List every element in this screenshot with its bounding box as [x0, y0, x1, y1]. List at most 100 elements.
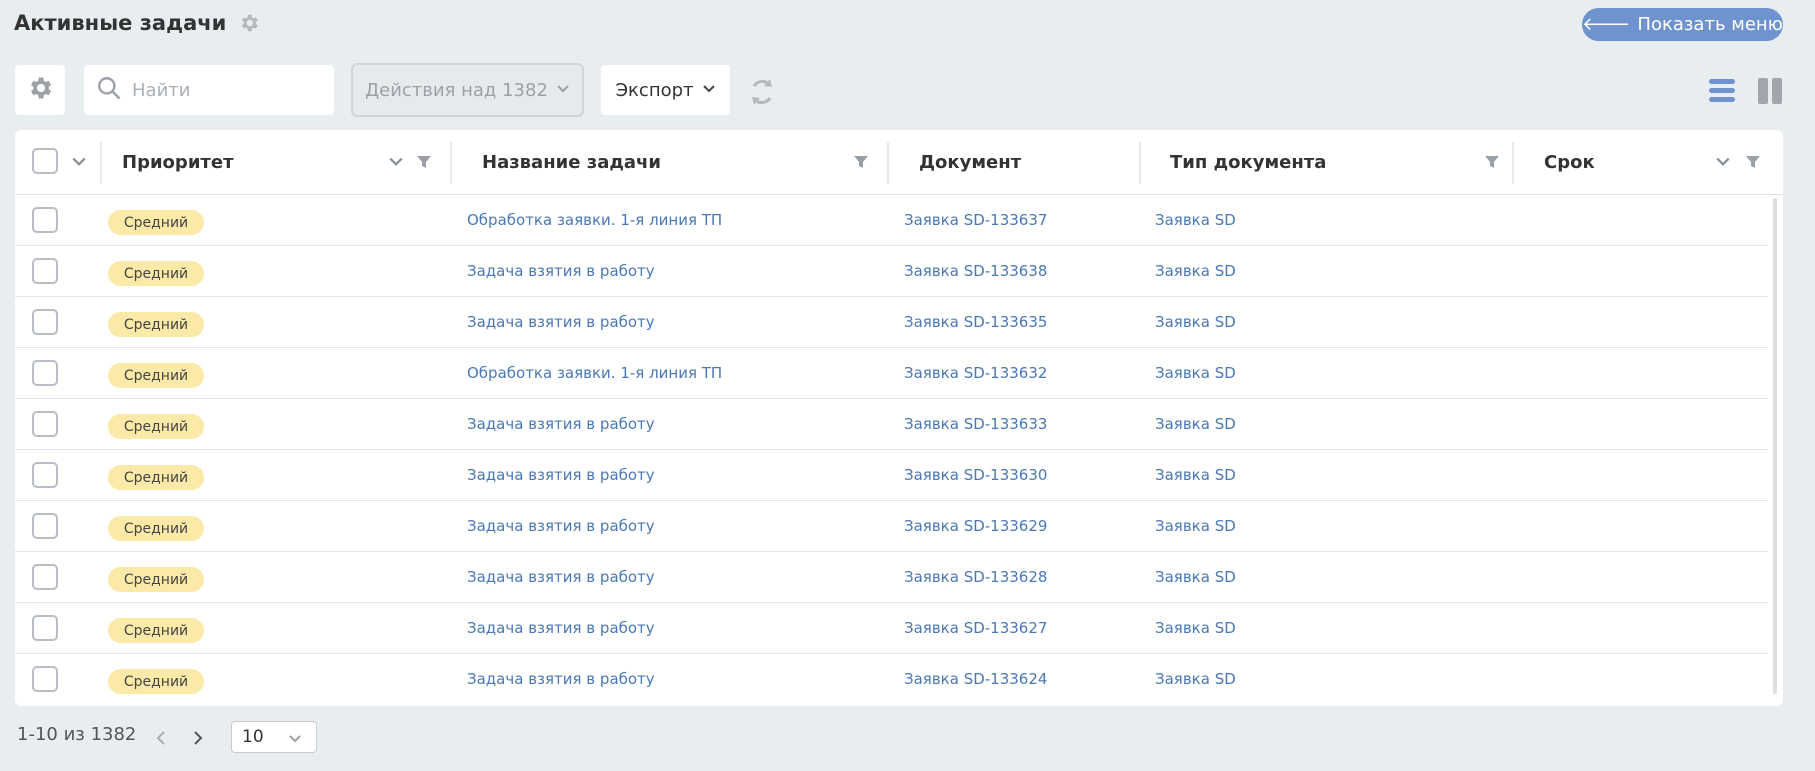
task-name-link[interactable]: Задача взятия в работу [467, 415, 655, 433]
column-separator[interactable] [1512, 142, 1514, 184]
chevron-down-icon [288, 731, 302, 745]
table-row[interactable]: Средний Задача взятия в работу Заявка SD… [15, 246, 1768, 297]
priority-badge: Средний [108, 567, 204, 592]
chevron-right-icon[interactable] [191, 728, 205, 748]
export-dropdown[interactable]: Экспорт [601, 65, 730, 115]
task-name-link[interactable]: Задача взятия в работу [467, 670, 655, 688]
row-checkbox[interactable] [32, 564, 58, 590]
priority-badge: Средний [108, 363, 204, 388]
document-type-link[interactable]: Заявка SD [1155, 313, 1236, 331]
page-size-value: 10 [242, 727, 264, 747]
pagination-range-text: 1-10 из 1382 [17, 724, 137, 745]
document-link[interactable]: Заявка SD-133637 [904, 211, 1047, 229]
filter-icon[interactable] [1745, 154, 1761, 170]
list-view-icon[interactable] [1707, 76, 1737, 106]
document-link[interactable]: Заявка SD-133632 [904, 364, 1047, 382]
row-checkbox[interactable] [32, 207, 58, 233]
column-header-document-type[interactable]: Тип документа [1170, 130, 1326, 195]
document-type-link[interactable]: Заявка SD [1155, 466, 1236, 484]
bulk-actions-dropdown[interactable]: Действия над 1382 [351, 63, 584, 117]
task-name-link[interactable]: Обработка заявки. 1-я линия ТП [467, 364, 722, 382]
priority-badge: Средний [108, 414, 204, 439]
document-link[interactable]: Заявка SD-133629 [904, 517, 1047, 535]
page-title: Активные задачи [14, 11, 227, 35]
document-type-link[interactable]: Заявка SD [1155, 415, 1236, 433]
table-row[interactable]: Средний Задача взятия в работу Заявка SD… [15, 450, 1768, 501]
table-row[interactable]: Средний Задача взятия в работу Заявка SD… [15, 603, 1768, 654]
bulk-actions-label: Действия над 1382 [365, 79, 548, 101]
column-header-task-name[interactable]: Название задачи [482, 130, 661, 195]
filter-icon[interactable] [1484, 154, 1500, 170]
document-type-link[interactable]: Заявка SD [1155, 262, 1236, 280]
table-scrollbar[interactable] [1773, 198, 1777, 694]
search-icon [96, 75, 122, 105]
chevron-down-icon[interactable] [71, 154, 87, 170]
column-separator[interactable] [1139, 142, 1141, 184]
task-name-link[interactable]: Задача взятия в работу [467, 619, 655, 637]
chevron-left-icon[interactable] [154, 728, 168, 748]
table-row[interactable]: Средний Задача взятия в работу Заявка SD… [15, 552, 1768, 603]
gear-icon[interactable] [238, 12, 260, 34]
table-row[interactable]: Средний Задача взятия в работу Заявка SD… [15, 399, 1768, 450]
tasks-table: Приоритет Название задачи Документ Тип д… [15, 130, 1783, 706]
task-name-link[interactable]: Задача взятия в работу [467, 517, 655, 535]
column-separator[interactable] [887, 142, 889, 184]
task-name-link[interactable]: Задача взятия в работу [467, 568, 655, 586]
show-menu-label: Показать меню [1637, 14, 1783, 35]
document-type-link[interactable]: Заявка SD [1155, 670, 1236, 688]
column-separator[interactable] [450, 142, 452, 184]
filter-icon[interactable] [416, 154, 432, 170]
task-name-link[interactable]: Обработка заявки. 1-я линия ТП [467, 211, 722, 229]
table-row[interactable]: Средний Задача взятия в работу Заявка SD… [15, 297, 1768, 348]
chevron-down-icon[interactable] [1715, 154, 1731, 170]
priority-badge: Средний [108, 465, 204, 490]
document-link[interactable]: Заявка SD-133628 [904, 568, 1047, 586]
row-checkbox[interactable] [32, 462, 58, 488]
show-menu-button[interactable]: 🡐 Показать меню [1582, 8, 1783, 41]
search-input[interactable] [132, 79, 322, 101]
document-type-link[interactable]: Заявка SD [1155, 568, 1236, 586]
table-row[interactable]: Средний Задача взятия в работу Заявка SD… [15, 654, 1768, 705]
priority-badge: Средний [108, 312, 204, 337]
chevron-down-icon [702, 80, 716, 101]
filter-icon[interactable] [853, 154, 869, 170]
document-type-link[interactable]: Заявка SD [1155, 211, 1236, 229]
row-checkbox[interactable] [32, 309, 58, 335]
priority-badge: Средний [108, 669, 204, 694]
priority-badge: Средний [108, 618, 204, 643]
document-type-link[interactable]: Заявка SD [1155, 364, 1236, 382]
row-checkbox[interactable] [32, 411, 58, 437]
document-link[interactable]: Заявка SD-133624 [904, 670, 1047, 688]
pagination-range: 1-10 из 1382 [17, 724, 136, 745]
page-size-select[interactable]: 10 [231, 721, 317, 753]
column-header-document[interactable]: Документ [919, 130, 1021, 195]
table-row[interactable]: Средний Обработка заявки. 1-я линия ТП З… [15, 348, 1768, 399]
column-header-priority[interactable]: Приоритет [122, 130, 234, 195]
document-link[interactable]: Заявка SD-133633 [904, 415, 1047, 433]
refresh-icon[interactable] [746, 76, 778, 108]
table-row[interactable]: Средний Задача взятия в работу Заявка SD… [15, 501, 1768, 552]
column-separator[interactable] [100, 142, 102, 184]
task-name-link[interactable]: Задача взятия в работу [467, 466, 655, 484]
row-checkbox[interactable] [32, 360, 58, 386]
chevron-down-icon [556, 80, 570, 101]
row-checkbox[interactable] [32, 615, 58, 641]
document-type-link[interactable]: Заявка SD [1155, 517, 1236, 535]
task-name-link[interactable]: Задача взятия в работу [467, 313, 655, 331]
task-name-link[interactable]: Задача взятия в работу [467, 262, 655, 280]
document-link[interactable]: Заявка SD-133627 [904, 619, 1047, 637]
page-title-wrap: Активные задачи [14, 11, 260, 35]
table-settings-button[interactable] [15, 65, 65, 115]
column-header-deadline[interactable]: Срок [1544, 130, 1595, 195]
document-link[interactable]: Заявка SD-133638 [904, 262, 1047, 280]
row-checkbox[interactable] [32, 666, 58, 692]
chevron-down-icon[interactable] [388, 154, 404, 170]
document-link[interactable]: Заявка SD-133635 [904, 313, 1047, 331]
select-all-checkbox[interactable] [32, 148, 58, 174]
row-checkbox[interactable] [32, 258, 58, 284]
document-link[interactable]: Заявка SD-133630 [904, 466, 1047, 484]
columns-view-icon[interactable] [1757, 76, 1783, 106]
document-type-link[interactable]: Заявка SD [1155, 619, 1236, 637]
row-checkbox[interactable] [32, 513, 58, 539]
table-row[interactable]: Средний Обработка заявки. 1-я линия ТП З… [15, 195, 1768, 246]
